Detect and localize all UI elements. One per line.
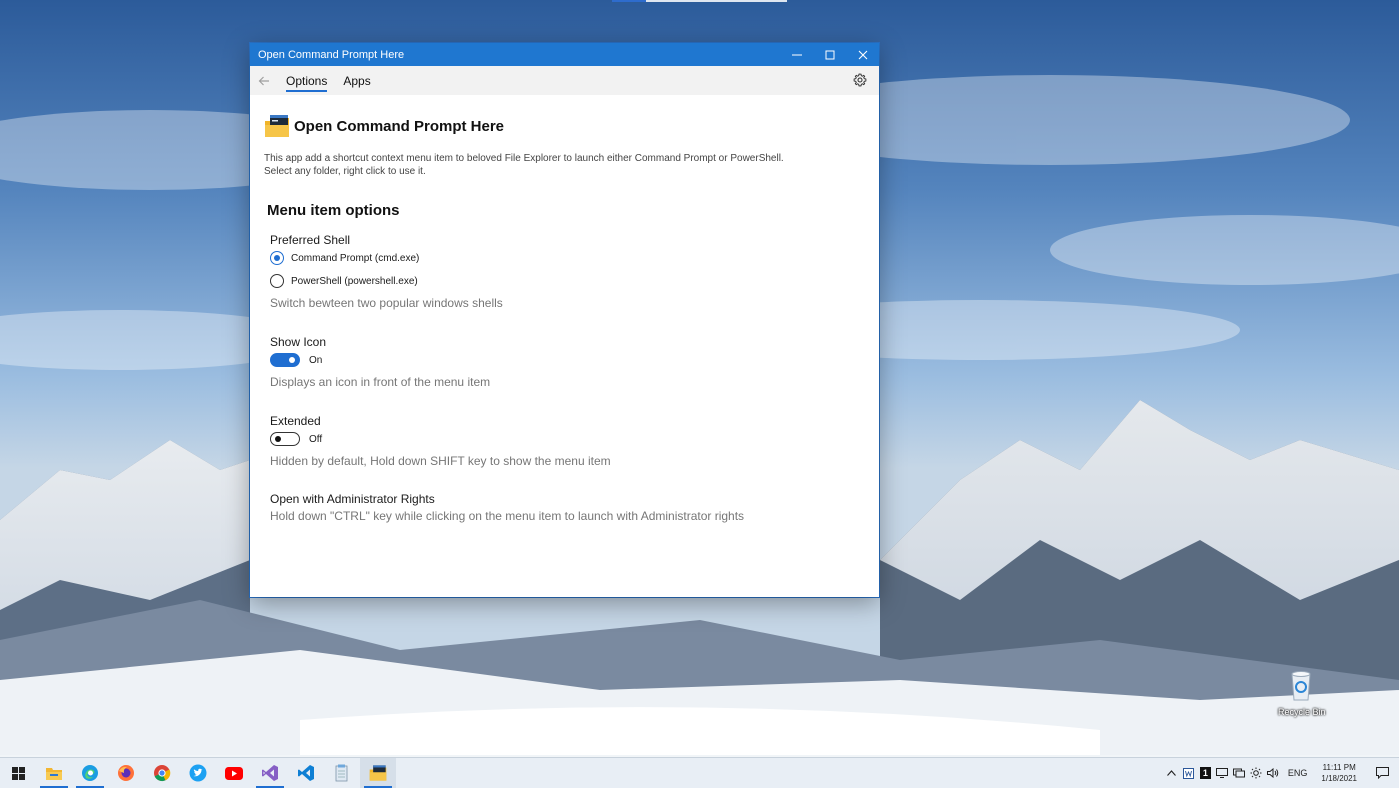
network-icon xyxy=(1233,768,1246,778)
extended-toggle[interactable] xyxy=(270,432,300,446)
taskbar-visual-studio[interactable] xyxy=(252,758,288,788)
recycle-bin[interactable]: Recycle Bin xyxy=(1278,670,1326,717)
preferred-shell-label: Preferred Shell xyxy=(270,233,351,247)
options-page: Open Command Prompt Here This app add a … xyxy=(250,95,879,597)
notepad-icon xyxy=(335,764,348,782)
extended-hint: Hidden by default, Hold down SHIFT key t… xyxy=(270,454,611,468)
radio-button-unchecked[interactable] xyxy=(270,274,284,288)
vscode-icon xyxy=(298,765,314,781)
close-button[interactable] xyxy=(846,43,879,66)
minimize-icon xyxy=(791,54,802,55)
tab-apps[interactable]: Apps xyxy=(335,66,378,95)
tray-volume-icon[interactable] xyxy=(1265,758,1282,788)
taskbar-youtube[interactable] xyxy=(216,758,252,788)
action-center-button[interactable] xyxy=(1365,758,1399,788)
document-icon xyxy=(1182,767,1194,779)
tray-brightness-icon[interactable] xyxy=(1248,758,1265,788)
speaker-icon xyxy=(1267,768,1279,778)
radio-powershell[interactable]: PowerShell (powershell.exe) xyxy=(270,274,418,288)
app-header: Open Command Prompt Here xyxy=(264,113,504,139)
show-icon-label: Show Icon xyxy=(270,335,327,349)
radio-powershell-label[interactable]: PowerShell (powershell.exe) xyxy=(291,276,418,287)
tab-options[interactable]: Options xyxy=(278,66,335,95)
chevron-up-icon xyxy=(1166,770,1176,776)
section-title: Menu item options xyxy=(267,202,400,219)
taskbar-vscode[interactable] xyxy=(288,758,324,788)
taskbar-open-command-prompt-here[interactable] xyxy=(360,758,396,788)
preferred-shell-hint: Switch bewteen two popular windows shell… xyxy=(270,296,503,310)
back-button[interactable] xyxy=(250,66,278,95)
show-icon-toggle[interactable] xyxy=(270,353,300,367)
youtube-icon xyxy=(225,766,243,780)
tray-word-icon[interactable] xyxy=(1180,758,1197,788)
clock-date: 1/18/2021 xyxy=(1321,774,1357,783)
taskbar-firefox[interactable] xyxy=(108,758,144,788)
radio-cmd[interactable]: Command Prompt (cmd.exe) xyxy=(270,251,419,265)
minimize-button[interactable] xyxy=(780,43,813,66)
sun-icon xyxy=(1250,767,1262,779)
file-explorer-icon xyxy=(46,768,62,780)
notification-icon xyxy=(1375,767,1389,779)
close-icon xyxy=(858,50,867,59)
taskbar: 1 ENG 11:11 PM 1/18/2021 xyxy=(0,757,1399,788)
taskbar-chrome[interactable] xyxy=(144,758,180,788)
radio-button-checked[interactable] xyxy=(270,251,284,265)
taskbar-edge[interactable] xyxy=(72,758,108,788)
visual-studio-icon xyxy=(262,765,278,781)
extended-toggle-row[interactable]: Off xyxy=(270,432,322,446)
app-window: Open Command Prompt Here Options Apps Op… xyxy=(250,43,879,597)
description-line-1: This app add a shortcut context menu ite… xyxy=(264,153,784,164)
top-edge-indicator xyxy=(612,0,787,2)
recycle-bin-icon xyxy=(1291,671,1311,701)
app-logo-icon xyxy=(265,115,289,137)
maximize-icon xyxy=(825,50,834,59)
back-arrow-icon xyxy=(258,76,269,85)
clock-time: 11:11 PM xyxy=(1322,763,1356,772)
show-icon-toggle-row[interactable]: On xyxy=(270,353,322,367)
gear-icon xyxy=(853,73,867,87)
start-button[interactable] xyxy=(0,758,36,788)
maximize-button[interactable] xyxy=(813,43,846,66)
show-hidden-icons-button[interactable] xyxy=(1163,758,1180,788)
chrome-icon xyxy=(154,765,171,782)
cmd-here-icon xyxy=(369,765,387,781)
taskbar-twitter[interactable] xyxy=(180,758,216,788)
admin-rights-label: Open with Administrator Rights xyxy=(270,492,435,506)
app-title: Open Command Prompt Here xyxy=(294,117,505,135)
number-badge-icon: 1 xyxy=(1199,767,1211,779)
show-icon-state: On xyxy=(309,354,323,366)
windows-start-icon xyxy=(11,766,25,780)
system-tray: 1 ENG 11:11 PM 1/18/2021 xyxy=(1163,758,1399,788)
twitter-icon xyxy=(189,764,207,782)
show-icon-hint: Displays an icon in front of the menu it… xyxy=(270,375,491,389)
taskbar-notepad[interactable] xyxy=(324,758,360,788)
radio-cmd-label[interactable]: Command Prompt (cmd.exe) xyxy=(291,253,419,264)
language-indicator[interactable]: ENG xyxy=(1282,768,1314,778)
clock[interactable]: 11:11 PM 1/18/2021 xyxy=(1313,762,1365,784)
extended-state: Off xyxy=(309,433,323,445)
taskbar-file-explorer[interactable] xyxy=(36,758,72,788)
monitor-icon xyxy=(1216,768,1229,778)
navigation-bar: Options Apps xyxy=(250,66,879,95)
settings-button[interactable] xyxy=(853,73,869,89)
title-bar[interactable]: Open Command Prompt Here xyxy=(250,43,879,66)
edge-icon xyxy=(82,765,98,781)
tray-display-icon[interactable] xyxy=(1214,758,1231,788)
app-description: This app add a shortcut context menu ite… xyxy=(264,152,824,178)
tray-network-icon[interactable] xyxy=(1231,758,1248,788)
window-title: Open Command Prompt Here xyxy=(258,48,405,61)
description-line-2: Select any folder, right click to use it… xyxy=(264,166,426,177)
firefox-icon xyxy=(118,765,134,781)
recycle-bin-label: Recycle Bin xyxy=(1278,707,1326,717)
tray-badge[interactable]: 1 xyxy=(1197,758,1214,788)
extended-label: Extended xyxy=(270,414,321,428)
admin-rights-hint: Hold down "CTRL" key while clicking on t… xyxy=(270,509,745,523)
